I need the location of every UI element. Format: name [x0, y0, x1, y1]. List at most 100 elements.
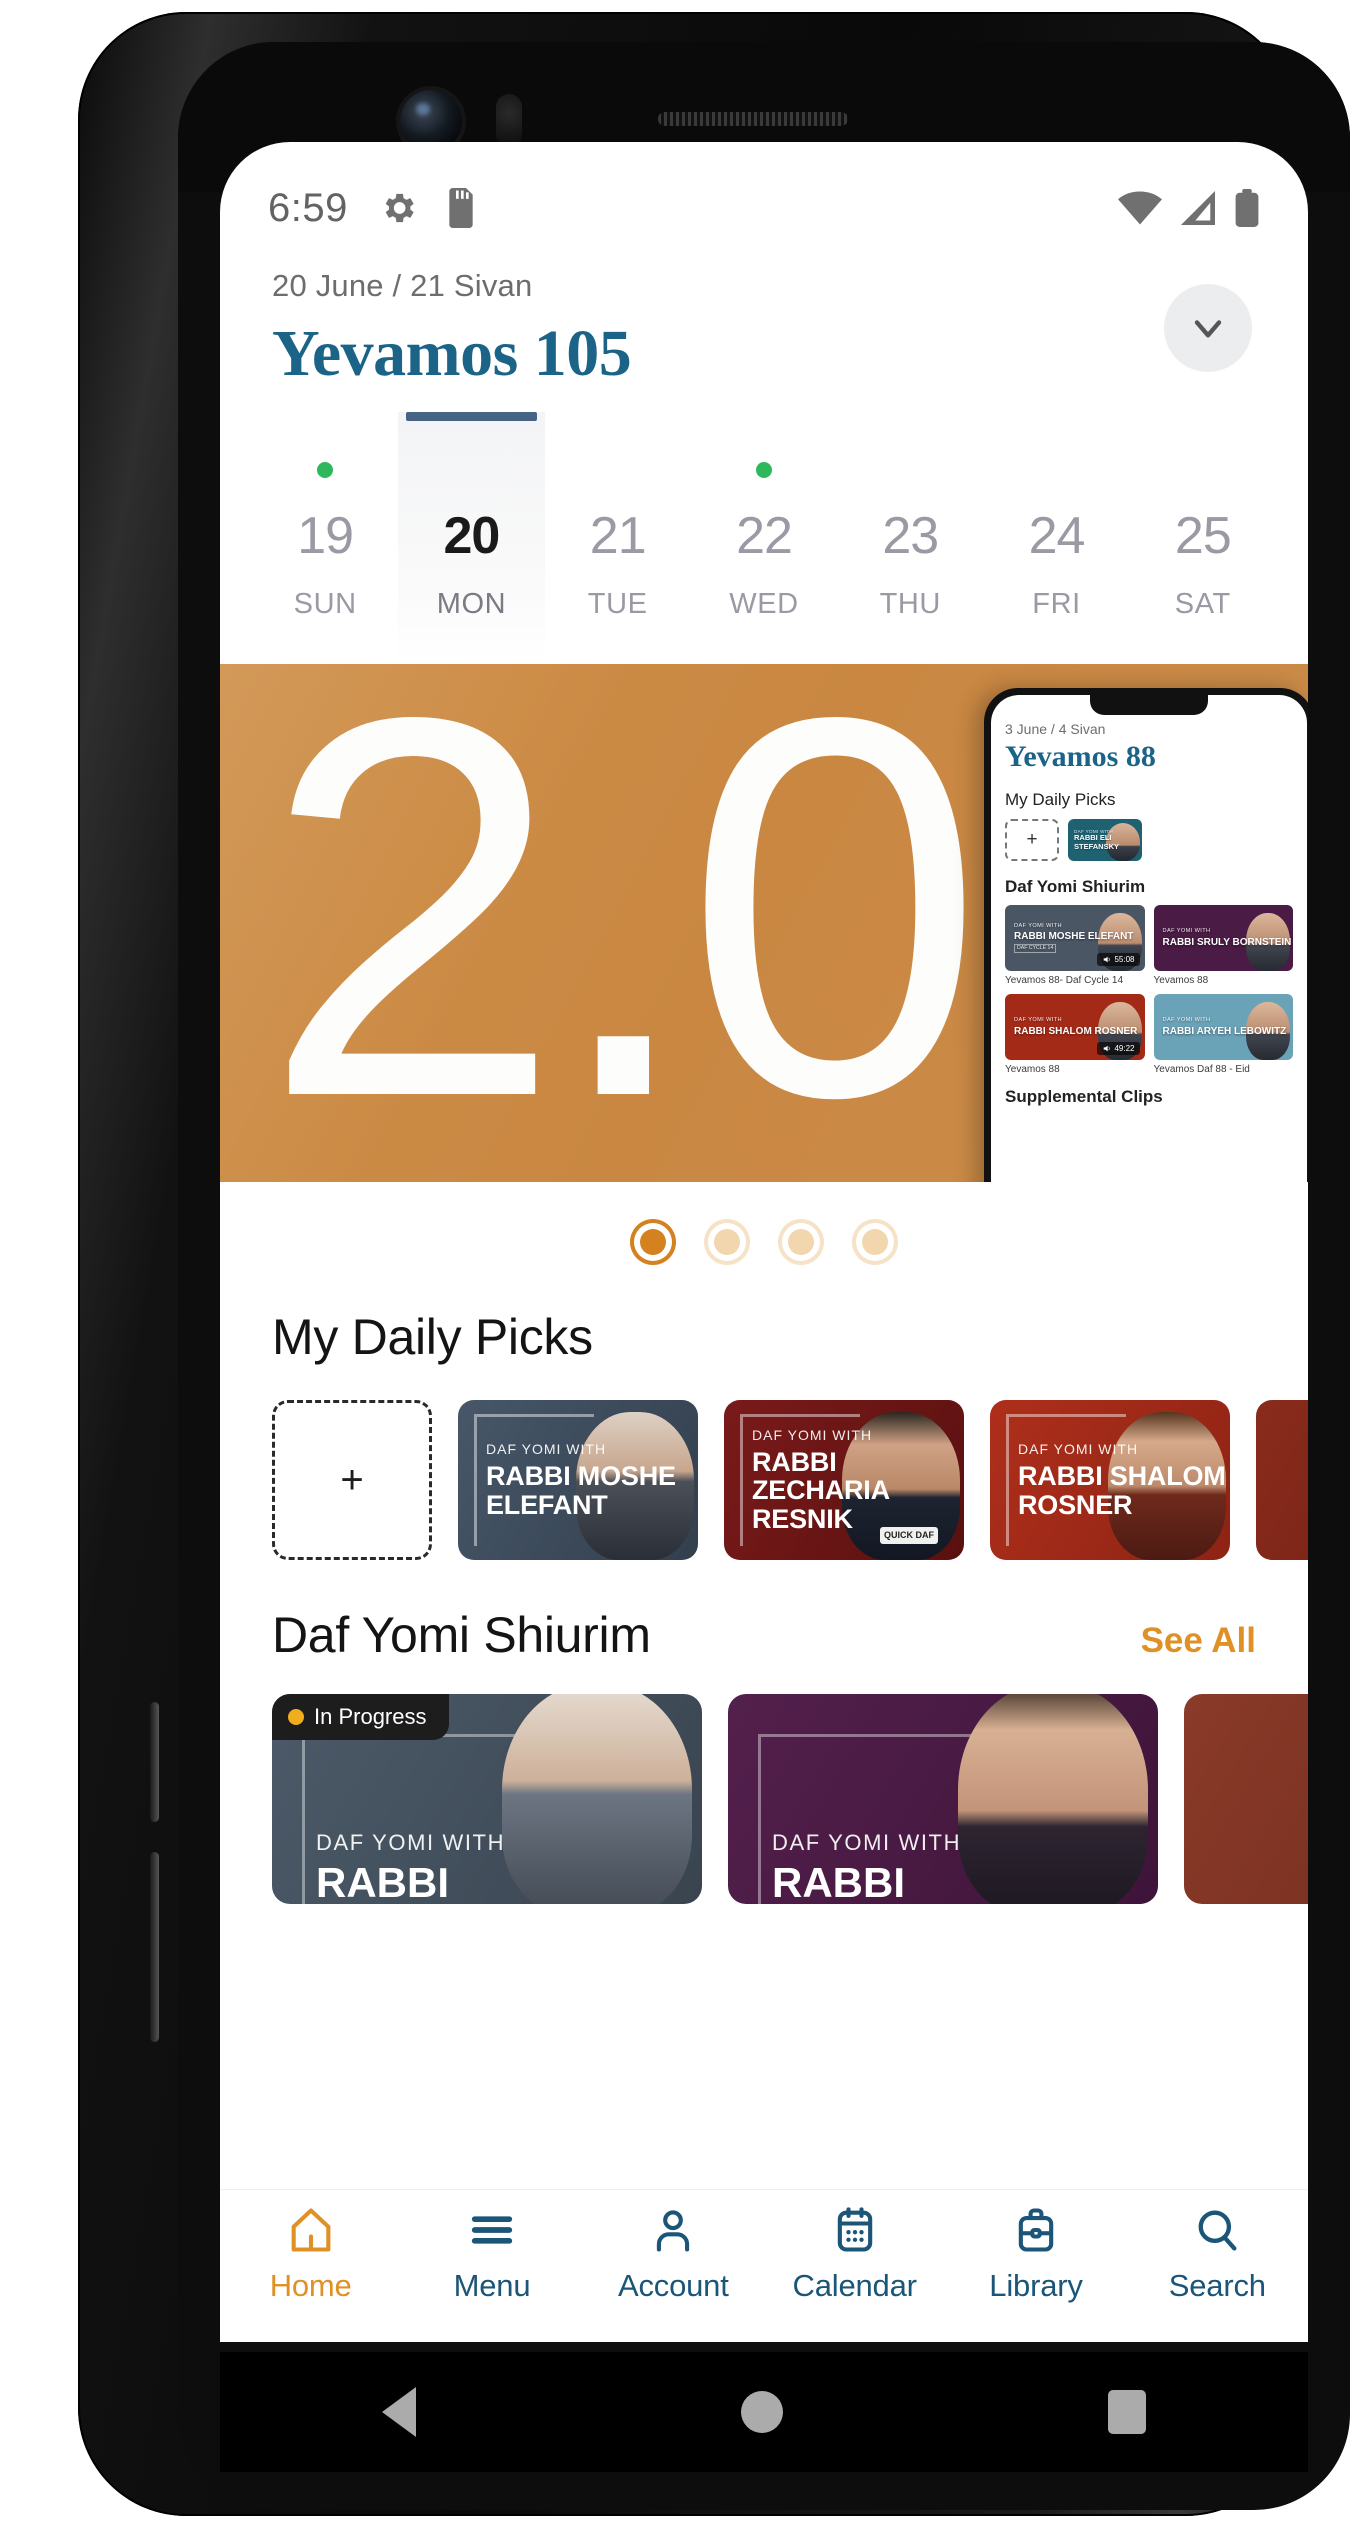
inset-date-line: 3 June / 4 Sivan	[1005, 721, 1106, 737]
proximity-sensor-icon	[496, 94, 522, 148]
gear-icon	[385, 193, 414, 223]
android-navigation-bar[interactable]	[220, 2352, 1308, 2472]
daily-pick-card[interactable]: DAF YOMI WITH RABBI ZECHARIA RESNIK QUIC…	[724, 1400, 964, 1560]
inset-pick-caption: DAF YOMI WITH RABBI ELI STEFANSKY	[1068, 829, 1142, 851]
duration-text: 49:22	[1114, 1044, 1135, 1053]
inset-picks-row: + DAF YOMI WITH RABBI ELI STEFANSKY	[1005, 819, 1293, 861]
tab-label: Calendar	[792, 2268, 917, 2303]
date-number: 22	[736, 507, 793, 565]
promo-headline: 2.0	[262, 664, 985, 1182]
carousel-dot[interactable]	[852, 1219, 898, 1265]
wifi-icon	[1118, 191, 1162, 225]
tab-account[interactable]: Account	[583, 2204, 764, 2304]
inset-shiur-name: RABBI MOSHE ELEFANT	[1014, 930, 1134, 942]
daily-picks-row[interactable]: + DAF YOMI WITH RABBI MOSHE ELEFANT DAF …	[220, 1400, 1308, 1560]
app-screen: 6:59 20 June / 21 Sivan Yevamos 105 19 S…	[220, 142, 1308, 2342]
carousel-dot[interactable]	[704, 1219, 750, 1265]
daily-pick-card[interactable]: DAF YOMI WITH RABBI SHALOM ROSNER	[990, 1400, 1230, 1560]
left-accessory-button-1[interactable]	[150, 1702, 159, 1822]
tab-calendar[interactable]: Calendar	[764, 2204, 945, 2304]
week-date-strip[interactable]: 19 SUN 20 MON 21 TUE 22 WED 23 THU 24 FR…	[220, 412, 1308, 664]
see-all-link[interactable]: See All	[1141, 1621, 1256, 1661]
expand-daf-button[interactable]	[1164, 284, 1252, 372]
bottom-tab-bar[interactable]: Home Menu Account Calendar Library Searc…	[220, 2190, 1308, 2342]
daily-pick-card[interactable]: DAF YOMI WITH RABBI MOSHE ELEFANT	[458, 1400, 698, 1560]
date-weekday: MON	[436, 588, 507, 620]
inset-shiur-duration: 55:08	[1097, 953, 1140, 966]
card-prefix: DAF YOMI WITH	[752, 1427, 873, 1444]
status-bar-right-icons	[1118, 189, 1260, 227]
promo-banner[interactable]: 2.0 3 June / 4 Sivan Yevamos 88 My Daily…	[220, 664, 1308, 1182]
inset-shiur-name: RABBI ARYEH LEBOWITZ	[1162, 1025, 1287, 1037]
date-cell-wed[interactable]: 22 WED	[691, 412, 837, 664]
shiur-card-partial[interactable]	[1184, 1694, 1308, 1904]
inset-shiur-prefix: DAF YOMI WITH	[1162, 928, 1211, 935]
tab-home[interactable]: Home	[220, 2204, 401, 2304]
inset-shiur-label: Yevamos 88	[1005, 1064, 1060, 1075]
date-cell-sat[interactable]: 25 SAT	[1130, 412, 1276, 664]
card-prefix: DAF YOMI WITH	[316, 1830, 506, 1855]
shiur-card[interactable]: DAF YOMI WITH RABBI	[728, 1694, 1158, 1904]
card-prefix: DAF YOMI WITH	[772, 1830, 962, 1855]
daily-pick-caption: DAF YOMI WITH RABBI ZECHARIA RESNIK	[724, 1427, 964, 1532]
carousel-dot-active[interactable]	[630, 1219, 676, 1265]
date-cell-mon-selected[interactable]: 20 MON	[398, 412, 545, 664]
tab-label: Home	[269, 2268, 352, 2303]
page-header: 20 June / 21 Sivan Yevamos 105	[220, 254, 1308, 392]
carousel-pagination[interactable]	[220, 1182, 1308, 1302]
inset-shiur-caption: DAF YOMI WITH RABBI SHALOM ROSNER	[1005, 1017, 1137, 1036]
inset-pick-card: DAF YOMI WITH RABBI ELI STEFANSKY	[1068, 819, 1142, 861]
inset-shiur-duration: 49:22	[1097, 1042, 1140, 1055]
shiur-card[interactable]: In Progress DAF YOMI WITH RABBI	[272, 1694, 702, 1904]
date-number: 25	[1174, 507, 1232, 565]
date-cell-sun[interactable]: 19 SUN	[252, 412, 398, 664]
status-bar: 6:59	[220, 142, 1308, 254]
inset-shiur-thumb: DAF YOMI WITH RABBI ARYEH LEBOWITZ	[1153, 994, 1293, 1060]
recents-square-icon[interactable]	[1107, 2390, 1146, 2434]
inset-shiur-prefix: DAF YOMI WITH	[1014, 1017, 1062, 1024]
battery-icon	[1235, 189, 1259, 227]
daily-pick-caption: DAF YOMI WITH RABBI MOSHE ELEFANT	[458, 1441, 698, 1518]
status-bar-left-icons	[378, 188, 478, 228]
date-line: 20 June / 21 Sivan	[272, 268, 533, 303]
speaker-portrait	[958, 1694, 1148, 1904]
promo-inset-phone: 3 June / 4 Sivan Yevamos 88 My Daily Pic…	[984, 688, 1308, 1182]
in-progress-dot-icon	[288, 1709, 304, 1725]
shiur-caption: DAF YOMI WITH RABBI	[728, 1830, 961, 1904]
add-daily-pick-button[interactable]: +	[272, 1400, 432, 1560]
shiur-caption	[1184, 1898, 1228, 1904]
date-cell-fri[interactable]: 24 FRI	[983, 412, 1129, 664]
status-badge-label: In Progress	[314, 1704, 427, 1729]
home-circle-icon[interactable]	[740, 2391, 783, 2433]
carousel-dot[interactable]	[778, 1219, 824, 1265]
date-cell-thu[interactable]: 23 THU	[837, 412, 983, 664]
card-speaker-name: RABBI MOSHE ELEFANT	[486, 1461, 676, 1520]
card-prefix: DAF YOMI WITH	[1018, 1441, 1139, 1458]
card-prefix: DAF YOMI WITH	[486, 1441, 607, 1458]
shiur-caption: DAF YOMI WITH RABBI	[272, 1830, 505, 1904]
left-accessory-button-2[interactable]	[150, 1852, 159, 2042]
promo-inset-screen: 3 June / 4 Sivan Yevamos 88 My Daily Pic…	[991, 695, 1307, 1182]
inset-shiur-caption: DAF YOMI WITH RABBI MOSHE ELEFANT DAF CY…	[1005, 923, 1133, 954]
has-content-dot	[317, 462, 334, 478]
inset-pick-name: RABBI ELI STEFANSKY	[1074, 833, 1120, 851]
date-cell-tue[interactable]: 21 TUE	[545, 412, 691, 664]
back-triangle-icon[interactable]	[382, 2387, 417, 2437]
inset-shiur-item: DAF YOMI WITH RABBI ARYEH LEBOWITZ Yevam…	[1153, 994, 1293, 1075]
inset-shiur-prefix: DAF YOMI WITH	[1014, 922, 1062, 929]
date-number: 24	[1028, 507, 1086, 565]
inset-shiur-label: Yevamos 88	[1153, 975, 1209, 986]
card-speaker-name: RABBI SHALOM ROSNER	[1018, 1461, 1226, 1520]
tab-menu[interactable]: Menu	[401, 2204, 582, 2304]
daily-pick-card-partial[interactable]	[1256, 1400, 1308, 1560]
tab-library[interactable]: Library	[945, 2204, 1126, 2304]
inset-shiur-name: RABBI SRULY BORNSTEIN	[1162, 936, 1292, 948]
inset-shiur-item: DAF YOMI WITH RABBI MOSHE ELEFANT DAF CY…	[1005, 905, 1145, 986]
inset-picks-heading: My Daily Picks	[1005, 790, 1116, 809]
tab-search[interactable]: Search	[1127, 2204, 1308, 2304]
inset-shiur-thumb: DAF YOMI WITH RABBI MOSHE ELEFANT DAF CY…	[1005, 905, 1145, 971]
inset-shiur-label: Yevamos Daf 88 - Eid	[1153, 1064, 1250, 1075]
speaker-audio-icon	[1104, 1045, 1111, 1052]
shiurim-row[interactable]: In Progress DAF YOMI WITH RABBI DAF YOMI…	[220, 1694, 1308, 1904]
inset-add-pick-button: +	[1005, 819, 1059, 861]
